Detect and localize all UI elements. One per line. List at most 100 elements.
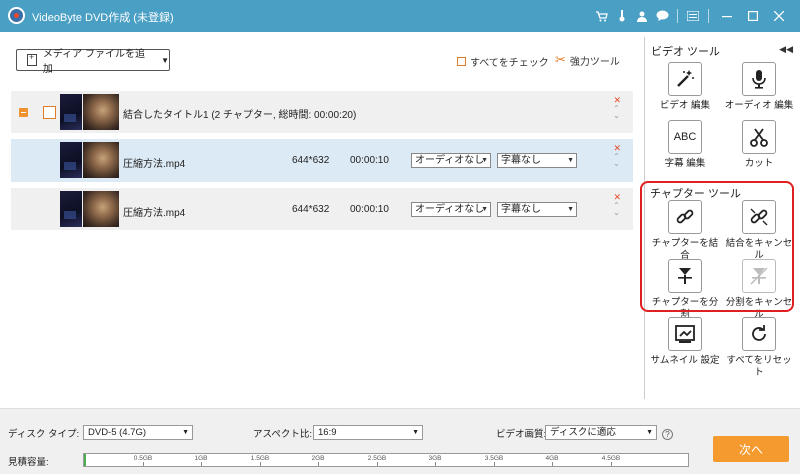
- capacity-fill: [84, 454, 86, 466]
- chevron-down-icon: ▼: [646, 429, 653, 436]
- capacity-tick-label: 4GB: [545, 455, 559, 462]
- file-row[interactable]: 圧縮方法.mp4 644*632 00:00:10 オーディオなし ▼ 字幕なし ▼…: [11, 188, 633, 230]
- thumbnail-video: [83, 142, 119, 178]
- subtitle-edit-label: 字幕 編集: [664, 158, 706, 169]
- power-tool-label: 強力ツール: [569, 56, 620, 68]
- subtitle-edit-button[interactable]: ABC 字幕 編集: [650, 120, 720, 170]
- minimize-icon[interactable]: [714, 6, 740, 26]
- chevron-down-icon: ▼: [481, 206, 488, 213]
- audio-select-value: オーディオなし: [415, 155, 485, 166]
- chevron-down-icon: ▼: [161, 55, 169, 65]
- add-media-label: メディア ファイルを追加: [42, 49, 145, 75]
- title-checkbox[interactable]: [43, 106, 56, 119]
- separator: [708, 9, 709, 23]
- subtitle-select[interactable]: 字幕なし ▼: [497, 153, 577, 168]
- capacity-tick-label: 1.5GB: [250, 455, 270, 462]
- capacity-tick: [318, 462, 319, 466]
- capacity-tick: [611, 462, 612, 466]
- file-name: 圧縮方法.mp4: [123, 208, 186, 219]
- capacity-tick: [260, 462, 261, 466]
- capacity-tick: [494, 462, 495, 466]
- file-row[interactable]: 圧縮方法.mp4 644*632 00:00:10 オーディオなし ▼ 字幕なし ▼…: [11, 139, 633, 182]
- aspect-select[interactable]: 16:9 ▼: [313, 425, 423, 440]
- check-all-label: すべてをチェック: [470, 58, 549, 69]
- thumbnail-dark: [60, 191, 82, 227]
- reorder-icon[interactable]: ⌃ ⌄: [612, 105, 621, 120]
- capacity-tick: [435, 462, 436, 466]
- check-all-checkbox[interactable]: [457, 57, 466, 66]
- thumbnail-icon: [668, 317, 702, 351]
- capacity-tick: [201, 462, 202, 466]
- capacity-tick-label: 3.5GB: [484, 455, 504, 462]
- tools-icon: ✂: [555, 52, 566, 67]
- titlebar-controls: [592, 0, 792, 32]
- check-all-toggle[interactable]: すべてをチェック: [457, 54, 549, 69]
- add-media-button[interactable]: メディア ファイルを追加 ▼: [16, 49, 170, 75]
- reset-all-button[interactable]: すべてをリセット: [724, 317, 794, 379]
- audio-select-value: オーディオなし: [415, 204, 485, 215]
- audio-select[interactable]: オーディオなし ▼: [411, 202, 491, 217]
- video-edit-button[interactable]: ビデオ 編集: [650, 62, 720, 112]
- thermometer-icon[interactable]: [612, 6, 632, 26]
- capacity-tick-label: 0.5GB: [133, 455, 153, 462]
- chevron-down-icon: ▼: [412, 429, 419, 436]
- subtitle-select[interactable]: 字幕なし ▼: [497, 202, 577, 217]
- capacity-tick-label: 1GB: [194, 455, 208, 462]
- disc-type-select[interactable]: DVD-5 (4.7G) ▼: [83, 425, 193, 440]
- abc-icon: ABC: [668, 120, 702, 154]
- collapse-panel-icon[interactable]: ◀◀: [779, 44, 793, 55]
- file-resolution: 644*632: [292, 204, 330, 215]
- power-tool-button[interactable]: ✂ 強力ツール: [555, 52, 620, 68]
- capacity-tick-label: 2.5GB: [367, 455, 387, 462]
- capacity-tick-label: 4.5GB: [601, 455, 621, 462]
- quality-label: ビデオ画質:: [496, 429, 547, 440]
- chevron-down-icon: ▼: [567, 157, 574, 164]
- file-name: 圧縮方法.mp4: [123, 159, 186, 170]
- capacity-tick-label: 3GB: [428, 455, 442, 462]
- close-icon[interactable]: [766, 6, 792, 26]
- chat-icon[interactable]: [652, 6, 672, 26]
- app-title: VideoByte DVD作成 (未登録): [32, 12, 174, 24]
- scissors-icon: [742, 120, 776, 154]
- disc-type-value: DVD-5 (4.7G): [88, 427, 147, 438]
- audio-edit-button[interactable]: オーディオ 編集: [724, 62, 794, 112]
- reorder-icon[interactable]: ⌃ ⌄: [612, 153, 621, 168]
- reorder-icon[interactable]: ⌃ ⌄: [612, 202, 621, 217]
- app-logo-icon: [8, 7, 25, 24]
- capacity-tick: [552, 462, 553, 466]
- capacity-tick: [377, 462, 378, 466]
- thumbnail-setting-label: サムネイル 設定: [650, 355, 720, 366]
- thumbnail-video: [83, 191, 119, 227]
- maximize-icon[interactable]: [740, 6, 766, 26]
- quality-select[interactable]: ディスクに適応 ▼: [545, 425, 657, 440]
- audio-edit-label: オーディオ 編集: [724, 100, 794, 111]
- account-icon[interactable]: [632, 6, 652, 26]
- reset-icon: [742, 317, 776, 351]
- merged-title-row[interactable]: 結合したタイトル1 (2 チャプター, 総時間: 00:00:20) ✕ ⌃ ⌄: [11, 91, 633, 133]
- audio-select[interactable]: オーディオなし ▼: [411, 153, 491, 168]
- next-button[interactable]: 次へ: [713, 436, 789, 462]
- collapse-icon[interactable]: [19, 108, 28, 117]
- title-bar: VideoByte DVD作成 (未登録): [0, 0, 800, 32]
- help-icon[interactable]: ?: [662, 429, 673, 440]
- subtitle-select-value: 字幕なし: [501, 204, 541, 215]
- disc-type-label: ディスク タイプ:: [8, 429, 80, 440]
- cart-icon[interactable]: [592, 6, 612, 26]
- capacity-tick: [143, 462, 144, 466]
- video-tools-title: ビデオ ツール: [651, 46, 721, 58]
- abc-text: ABC: [673, 131, 697, 143]
- file-resolution: 644*632: [292, 155, 330, 166]
- file-duration: 00:00:10: [350, 204, 389, 215]
- chevron-down-icon: ▼: [567, 206, 574, 213]
- bottom-bar: ディスク タイプ: DVD-5 (4.7G) ▼ アスペクト比: 16:9 ▼ ビデ…: [0, 408, 800, 474]
- subtitle-select-value: 字幕なし: [501, 155, 541, 166]
- cut-button[interactable]: カット: [724, 120, 794, 170]
- file-duration: 00:00:10: [350, 155, 389, 166]
- cut-label: カット: [744, 158, 774, 169]
- aspect-label: アスペクト比:: [253, 429, 312, 440]
- aspect-value: 16:9: [318, 427, 337, 438]
- menu-icon[interactable]: [683, 6, 703, 26]
- microphone-icon: [742, 62, 776, 96]
- capacity-bar: 0.5GB 1GB 1.5GB 2GB 2.5GB 3GB 3.5GB 4GB 4.5GB: [83, 453, 689, 467]
- thumbnail-setting-button[interactable]: サムネイル 設定: [650, 317, 720, 367]
